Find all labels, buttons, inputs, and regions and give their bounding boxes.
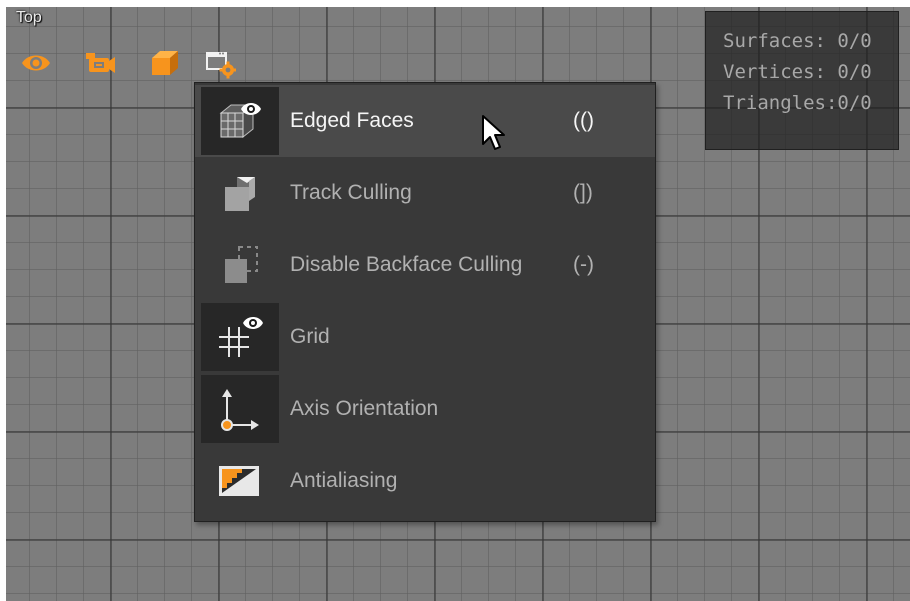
menu-item-label: Edged Faces (290, 109, 414, 132)
triangles-count: Triangles:0/0 (723, 92, 872, 114)
antialiasing-icon (201, 447, 279, 515)
mouse-pointer-icon (481, 114, 507, 154)
menu-item-label: Axis Orientation (290, 397, 439, 420)
axis-orientation-icon (201, 375, 279, 443)
menu-item-label: Track Culling (290, 181, 412, 204)
menu-item-label: Antialiasing (290, 469, 398, 492)
menu-item-antialiasing[interactable]: Antialiasing (195, 445, 655, 517)
camera-icon[interactable] (84, 47, 116, 79)
scene-stats-panel: Surfaces: 0/0 Vertices: 0/0 Triangles:0/… (705, 11, 899, 150)
vertices-count: Vertices: 0/0 (723, 61, 872, 83)
viewport-settings-icon[interactable] (204, 47, 236, 79)
menu-item-axis-orientation[interactable]: Axis Orientation (195, 373, 655, 445)
eye-icon[interactable] (20, 47, 52, 79)
edged-faces-icon (201, 87, 279, 155)
menu-item-disable-backface-culling[interactable]: Disable Backface Culling (-) (195, 229, 655, 301)
disable-backface-culling-icon (201, 231, 279, 299)
track-culling-icon (201, 159, 279, 227)
surfaces-count: Surfaces: 0/0 (723, 30, 872, 52)
menu-item-label: Disable Backface Culling (290, 253, 523, 276)
menu-item-grid[interactable]: Grid (195, 301, 655, 373)
menu-item-shortcut: (]) (573, 181, 593, 204)
menu-item-shortcut: (() (573, 109, 594, 132)
menu-item-track-culling[interactable]: Track Culling (]) (195, 157, 655, 229)
grid-icon (201, 303, 279, 371)
menu-item-label: Grid (290, 325, 330, 348)
viewport-title: Top (16, 9, 42, 26)
cube-icon[interactable] (149, 47, 181, 79)
viewport-settings-menu: Edged Faces (() Track Culling (]) Disabl… (194, 82, 656, 522)
menu-item-edged-faces[interactable]: Edged Faces (() (195, 85, 655, 157)
menu-item-shortcut: (-) (573, 253, 594, 276)
